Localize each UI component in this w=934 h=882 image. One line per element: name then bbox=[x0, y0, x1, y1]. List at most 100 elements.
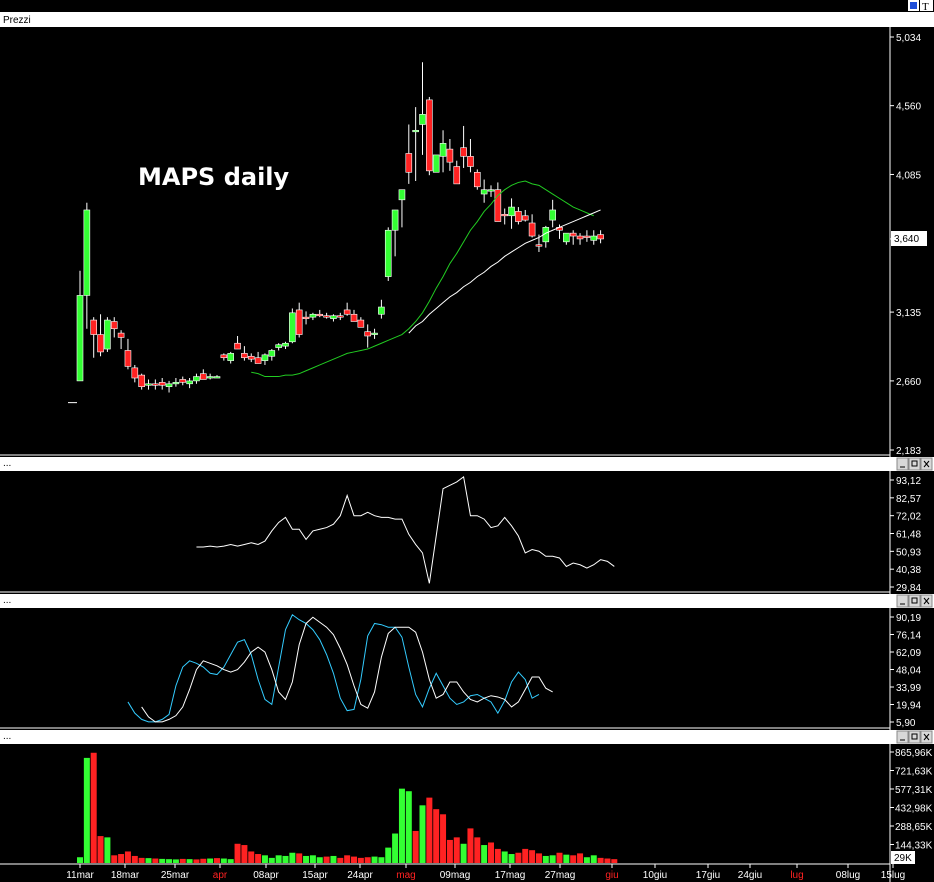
price-panel bbox=[68, 62, 604, 404]
volume-bar bbox=[494, 848, 501, 863]
candle-body bbox=[289, 312, 296, 343]
volume-bar bbox=[570, 855, 577, 863]
candle-body bbox=[172, 382, 180, 385]
volume-bar bbox=[179, 858, 186, 863]
stoch-tick-label: 90,19 bbox=[896, 613, 921, 624]
volume-bar bbox=[577, 853, 584, 863]
stochastic-panel-title: ... bbox=[3, 595, 11, 606]
candle-body bbox=[426, 99, 433, 172]
volume-tick-label: 865,96K bbox=[895, 748, 933, 759]
last-volume-tag: 29K bbox=[894, 853, 912, 864]
volume-bar bbox=[385, 847, 392, 863]
sma-slow-line bbox=[408, 209, 601, 334]
volume-bar bbox=[357, 857, 364, 863]
volume-bar bbox=[419, 805, 426, 863]
stoch-tick-label: 62,09 bbox=[896, 648, 921, 659]
candle-body bbox=[583, 235, 591, 238]
volume-bar bbox=[296, 853, 303, 863]
volume-bar bbox=[344, 855, 351, 863]
date-tick-label: 17mag bbox=[495, 870, 526, 881]
date-tick-label: 25mar bbox=[161, 870, 190, 881]
candle-body bbox=[508, 206, 515, 217]
stoch-tick-label: 19,94 bbox=[896, 701, 921, 712]
volume-bar bbox=[474, 837, 481, 863]
minimize-button[interactable] bbox=[896, 594, 909, 608]
candle-body bbox=[234, 342, 241, 350]
volume-bar bbox=[104, 837, 111, 863]
candle-body bbox=[549, 209, 556, 221]
volume-bar bbox=[488, 842, 494, 863]
date-tick-label: 09mag bbox=[440, 870, 471, 881]
volume-bar bbox=[214, 858, 220, 863]
square-icon bbox=[910, 2, 917, 9]
volume-bar bbox=[83, 757, 90, 863]
volume-bar bbox=[255, 854, 262, 863]
volume-bar bbox=[200, 858, 207, 863]
volume-bar bbox=[535, 853, 542, 863]
volume-tick-label: 144,33K bbox=[895, 840, 933, 851]
restore-button[interactable] bbox=[908, 730, 921, 744]
volume-bar bbox=[303, 855, 310, 863]
candle-body bbox=[90, 319, 97, 335]
volume-bar bbox=[241, 845, 248, 863]
volume-bar bbox=[227, 859, 234, 863]
date-tick-label: apr bbox=[213, 870, 228, 881]
date-tick-label: 11mar bbox=[66, 870, 94, 881]
volume-bar bbox=[556, 852, 563, 863]
minimize-button[interactable] bbox=[896, 457, 909, 471]
candle-body bbox=[268, 350, 276, 357]
stochastic-panel-titlebar[interactable] bbox=[0, 594, 934, 608]
candle-body bbox=[371, 332, 378, 335]
stoch-k-line bbox=[127, 613, 540, 723]
candle-body bbox=[124, 350, 132, 367]
date-tick-label: 27mag bbox=[545, 870, 576, 881]
volume-bar bbox=[501, 851, 508, 863]
volume-panel-titlebar[interactable] bbox=[0, 730, 934, 744]
price-tick-label: 4,560 bbox=[896, 102, 921, 113]
oscillator-tick-label: 40,38 bbox=[896, 565, 921, 576]
candle-body bbox=[158, 382, 166, 386]
volume-bar bbox=[316, 857, 323, 863]
stoch-tick-label: 5,90 bbox=[896, 718, 916, 729]
candle-body bbox=[494, 189, 502, 222]
price-tick-label: 3,135 bbox=[896, 308, 921, 319]
volume-bar bbox=[220, 858, 227, 863]
candle-body bbox=[480, 189, 488, 195]
volume-bar bbox=[364, 857, 371, 863]
restore-button[interactable] bbox=[908, 457, 921, 471]
volume-bar bbox=[405, 791, 412, 863]
volume-bar bbox=[597, 857, 604, 863]
stoch-tick-label: 48,04 bbox=[896, 666, 921, 677]
candle-body bbox=[528, 222, 536, 237]
oscillator-panel bbox=[196, 475, 615, 584]
volume-bar bbox=[398, 788, 405, 863]
volume-bar bbox=[542, 855, 549, 863]
minimize-button[interactable] bbox=[896, 730, 909, 744]
volume-bar bbox=[440, 814, 447, 863]
candle-body bbox=[282, 342, 289, 347]
volume-bar bbox=[583, 857, 590, 863]
price-panel-titlebar[interactable] bbox=[0, 12, 934, 27]
candle-body bbox=[316, 313, 324, 317]
volume-bar bbox=[138, 857, 145, 863]
oscillator-tick-label: 61,48 bbox=[896, 530, 921, 541]
volume-bar bbox=[186, 859, 193, 863]
volume-bar bbox=[446, 839, 453, 863]
oscillator-tick-label: 50,93 bbox=[896, 547, 921, 558]
candle-body bbox=[309, 313, 317, 318]
candle-body bbox=[302, 316, 310, 319]
candle-body bbox=[200, 373, 207, 380]
volume-bar bbox=[193, 859, 200, 863]
candle-body bbox=[110, 321, 118, 330]
candle-body bbox=[254, 357, 262, 364]
candle-body bbox=[76, 295, 84, 382]
volume-panel-title: ... bbox=[3, 731, 11, 742]
oscillator-tick-label: 29,84 bbox=[896, 583, 921, 594]
date-tick-label: 17giu bbox=[696, 870, 720, 881]
restore-button[interactable] bbox=[908, 594, 921, 608]
volume-bar bbox=[207, 858, 214, 863]
oscillator-panel-titlebar[interactable] bbox=[0, 457, 934, 471]
volume-bar bbox=[131, 855, 138, 863]
oscillator-tick-label: 93,12 bbox=[896, 476, 921, 487]
candle-body bbox=[186, 380, 193, 385]
